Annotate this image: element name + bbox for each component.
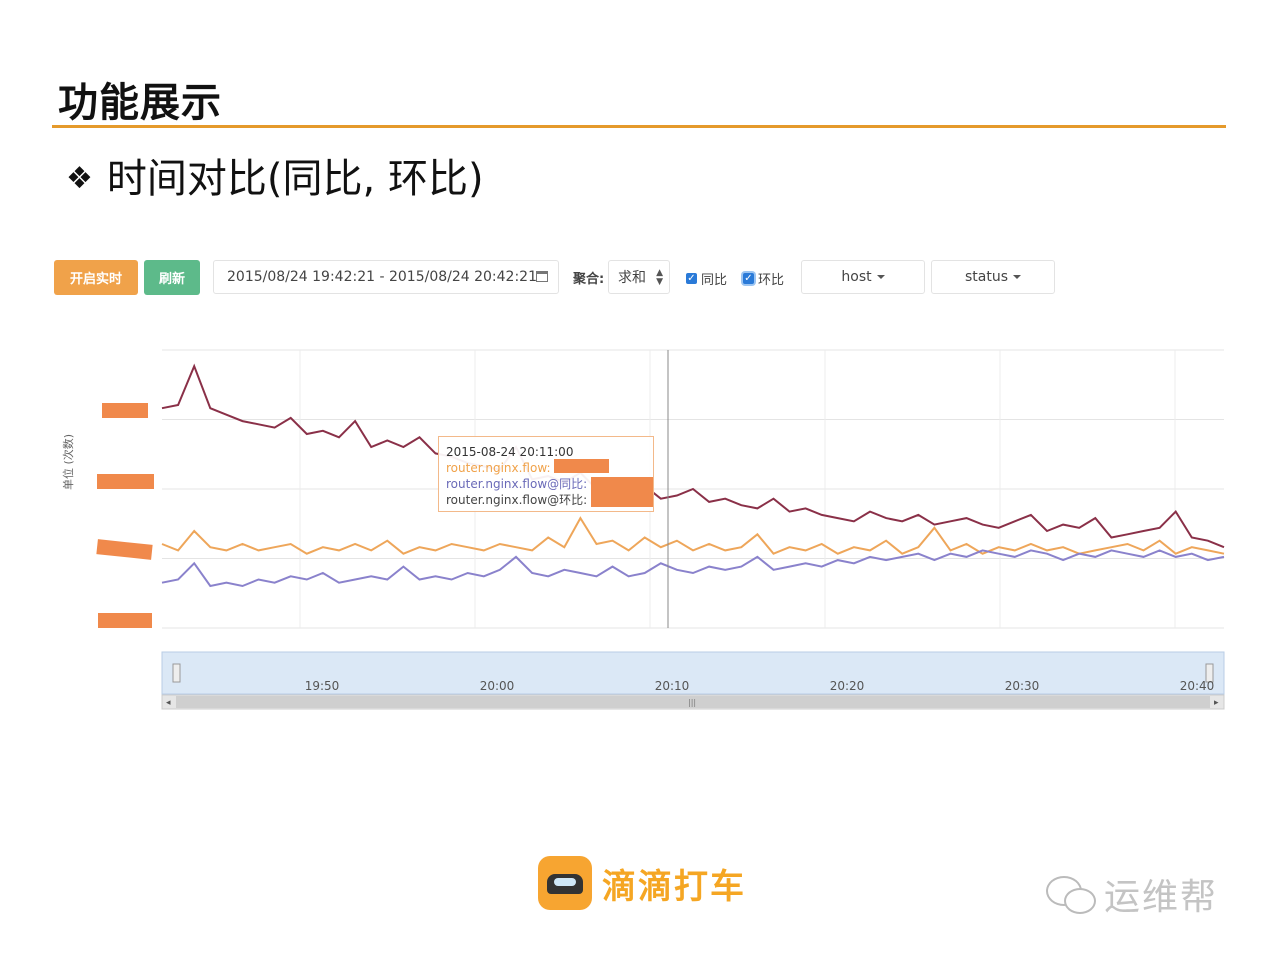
redacted-tooltip-value xyxy=(591,477,653,507)
brand-logo: 滴滴打车 xyxy=(538,856,746,910)
scroll-right-arrow-icon: ▸ xyxy=(1214,698,1219,708)
watermark: 运维帮 xyxy=(1046,868,1218,920)
x-tick-label: 20:20 xyxy=(830,679,865,693)
x-tick-label: 19:50 xyxy=(305,679,340,693)
redacted-y-tick xyxy=(97,474,154,489)
series-line-2 xyxy=(161,549,1225,588)
series-line-0 xyxy=(161,363,1225,549)
brand-name: 滴滴打车 xyxy=(602,866,746,907)
tooltip-time: 2015-08-24 20:11:00 xyxy=(446,445,574,459)
watermark-text: 运维帮 xyxy=(1104,877,1219,918)
tooltip-row: router.nginx.flow: xyxy=(446,461,551,475)
redacted-y-tick xyxy=(98,613,152,628)
x-tick-label: 20:10 xyxy=(655,679,690,693)
scroll-left-arrow-icon: ◂ xyxy=(166,698,171,708)
didi-taxi-logo-icon xyxy=(538,856,592,910)
navigator-left-handle xyxy=(172,663,181,683)
series-line-1 xyxy=(161,516,1225,555)
x-tick-label: 20:00 xyxy=(480,679,515,693)
x-tick-label: 20:40 xyxy=(1180,679,1215,693)
scroll-grip-icon: ||| xyxy=(688,698,696,707)
redacted-y-tick xyxy=(102,403,148,418)
chart-series xyxy=(161,363,1225,588)
y-axis-label: 单位 (次数) xyxy=(62,433,75,490)
wechat-icon xyxy=(1046,874,1096,914)
redacted-tooltip-value xyxy=(554,459,609,473)
x-tick-label: 20:30 xyxy=(1005,679,1040,693)
